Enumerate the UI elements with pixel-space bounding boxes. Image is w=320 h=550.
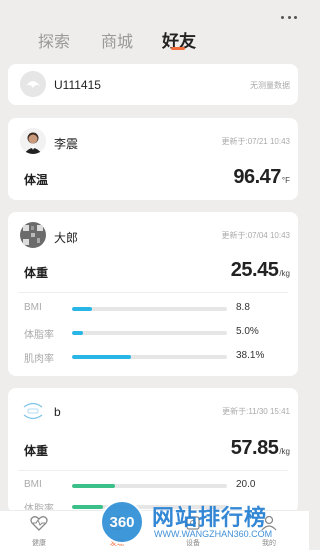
friend-name: 大郎 — [54, 231, 79, 245]
bmi-label: BMI — [24, 302, 42, 313]
nav-health-label: 健康 — [32, 540, 46, 547]
body-fat-row: 体脂率 5.0% — [24, 326, 290, 341]
divider — [18, 292, 288, 293]
bmi-bar-track — [72, 484, 227, 488]
bmi-bar-track — [72, 307, 227, 311]
heart-icon — [30, 516, 48, 531]
bmi-row: BMI 8.8 — [24, 302, 290, 316]
self-username: U111415 — [54, 78, 101, 92]
tab-mall[interactable]: 商城 — [101, 28, 133, 52]
friend-card-2[interactable]: 大郎 更新于:07/04 10:43 体重 25.45/kg BMI 8.8 体… — [8, 212, 298, 376]
bmi-value: 8.8 — [236, 302, 250, 313]
muscle-value: 38.1% — [236, 350, 265, 361]
watermark-url: WWW.WANGZHAN360.COM — [154, 529, 273, 539]
friend-card-1[interactable]: 李震 更新于:07/21 10:43 体温 96.47°F — [8, 118, 298, 200]
more-options-icon[interactable] — [281, 16, 297, 22]
body-fat-bar-fill — [72, 505, 103, 509]
body-fat-label: 体脂率 — [24, 330, 54, 341]
watermark-title: 网站排行榜 — [152, 505, 268, 530]
bmi-label: BMI — [24, 479, 42, 490]
avatar — [20, 128, 46, 154]
nav-health[interactable]: 健康 — [14, 515, 64, 548]
bmi-value: 20.0 — [236, 479, 256, 490]
metric-label: 体温 — [24, 173, 49, 187]
body-fat-bar-track — [72, 331, 227, 335]
metric-label: 体重 — [24, 444, 49, 458]
watermark: 360 网站排行榜 WWW.WANGZHAN360.COM — [100, 500, 305, 544]
muscle-label: 肌肉率 — [24, 354, 54, 365]
updated-time: 更新于:11/30 15:41 — [222, 407, 290, 416]
muscle-row: 肌肉率 38.1% — [24, 350, 290, 365]
muscle-bar-fill — [72, 355, 131, 359]
friend-card-3[interactable]: b 更新于:11/30 15:41 体重 57.85/kg BMI 20.0 体… — [8, 388, 298, 513]
friend-name: 李震 — [54, 137, 79, 151]
metric-value: 96.47°F — [233, 166, 290, 188]
top-tab-bar: 探索 商城 好友 — [0, 0, 309, 56]
default-avatar-icon — [20, 71, 46, 97]
muscle-bar-track — [72, 355, 227, 359]
body-fat-bar-fill — [72, 331, 83, 335]
friend-name: b — [54, 405, 61, 419]
updated-time: 更新于:07/21 10:43 — [221, 137, 290, 146]
self-card[interactable]: U111415 无测量数据 — [8, 64, 298, 105]
body-fat-value: 5.0% — [236, 326, 259, 337]
scale-avatar-icon — [20, 398, 46, 424]
watermark-logo: 360 — [100, 500, 144, 544]
metric-value: 25.45/kg — [230, 259, 290, 281]
avatar — [20, 222, 46, 248]
divider — [18, 470, 288, 471]
metric-label: 体重 — [24, 266, 49, 280]
tab-explore[interactable]: 探索 — [38, 28, 70, 52]
active-tab-indicator — [171, 47, 185, 50]
self-status: 无测量数据 — [250, 81, 290, 90]
bmi-bar-fill — [72, 484, 116, 488]
metric-value: 57.85/kg — [230, 437, 290, 459]
updated-time: 更新于:07/04 10:43 — [221, 231, 290, 240]
bmi-bar-fill — [72, 307, 93, 311]
bmi-row: BMI 20.0 — [24, 479, 290, 493]
